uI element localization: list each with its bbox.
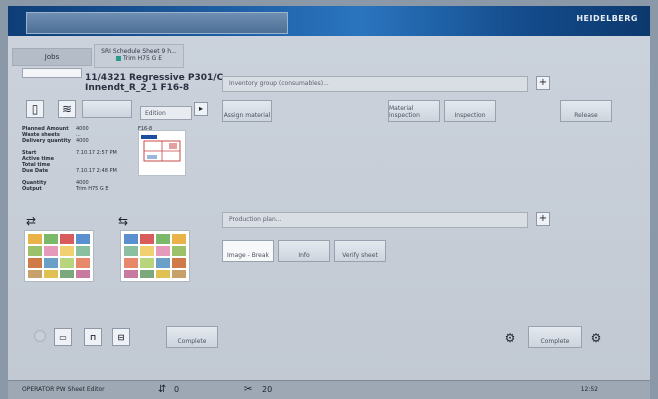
back-sheet-graphic [124,234,186,278]
counter-value: 0 [174,385,180,394]
plus-icon: + [538,77,548,88]
chevron-right-icon: ▸ [198,104,203,113]
plus-icon: + [538,213,548,224]
image-break-button[interactable]: Image - Break [222,240,274,262]
layers-icon-button[interactable]: ≋ [58,100,76,118]
view-spread-button[interactable]: ⊟ [112,328,130,346]
tab-job-detail-line2: Trim H75 G E [122,55,163,62]
back-sheet-preview[interactable] [120,230,190,282]
front-side-icon: ⇄ [26,214,37,228]
document-icon-button[interactable]: ▯ [26,100,44,118]
verify-sheet-button[interactable]: Verify sheet [334,240,386,262]
window-title-strip [26,12,288,34]
brand-logo: HEIDELBERG [576,14,638,23]
layers-icon: ≋ [61,102,73,116]
front-sheet-preview[interactable] [24,230,94,282]
settings-left-icon[interactable]: ⚙ [500,328,520,348]
material-inspection-button[interactable]: Material inspection [388,100,440,122]
status-bar: OPERATOR PW Sheet Editor ⇵ 0 ✂ 20 12:52 [8,380,650,399]
inspection-button[interactable]: Inspection [444,100,496,122]
status-square-icon [115,56,121,61]
scissors-icon: ✂ [244,384,253,395]
settings-right-icon[interactable]: ⚙ [586,328,606,348]
tab-job-detail[interactable]: SRI Schedule Sheet 9 h... Trim H75 G E [94,44,184,68]
spread-icon: ⊟ [117,332,125,342]
layout-thumbnail[interactable] [138,130,186,176]
job-title-line2: Innendt_R_2_1 F16-8 [85,83,190,93]
tab-job-detail-line1: SRI Schedule Sheet 9 h... [101,48,177,55]
release-button[interactable]: Release [560,100,612,122]
status-left-text: OPERATOR PW Sheet Editor [22,386,105,393]
job-search-input[interactable] [22,68,82,78]
status-clock: 12:52 [580,386,598,393]
job-title-line1: 11/4321 Regressive P301/C... [85,73,234,83]
front-sheet-graphic [28,234,90,278]
scissors-value: 20 [262,385,273,394]
job-title: 11/4321 Regressive P301/C... Innendt_R_2… [85,73,233,93]
production-plan-field[interactable]: Production plan... [222,212,528,228]
complete-right-button[interactable]: Complete [528,326,582,348]
counter-icon: ⇵ [158,384,167,395]
fold-icon: ⊓ [89,332,97,342]
dropdown-arrow-button[interactable]: ▸ [194,102,208,116]
tab-jobs[interactable]: Jobs [12,48,92,66]
assign-material-button[interactable]: Assign material [222,100,272,122]
layout-preview-graphic [141,135,181,162]
job-properties: Planned Amount 4000 Waste sheets... Deliv… [22,126,132,192]
inventory-field[interactable]: Inventory group (consumables)... [222,76,528,92]
view-fold-button[interactable]: ⊓ [84,328,102,346]
view-single-button[interactable]: ▭ [54,328,72,346]
property-row: Output Trim H75 G E [22,186,109,192]
add-inventory-button[interactable]: + [536,76,550,90]
add-production-button[interactable]: + [536,212,550,226]
back-side-icon: ⇆ [118,214,129,228]
document-icon: ▯ [31,102,39,116]
status-dot [34,330,46,342]
single-page-icon: ▭ [59,332,67,342]
edit-button[interactable] [82,100,132,118]
edition-dropdown[interactable]: Edition [140,106,192,120]
title-bar: HEIDELBERG [8,6,650,36]
info-button[interactable]: Info [278,240,330,262]
complete-button[interactable]: Complete [166,326,218,348]
property-row: Due Date 7.10.17 2:48 PM [22,168,117,174]
